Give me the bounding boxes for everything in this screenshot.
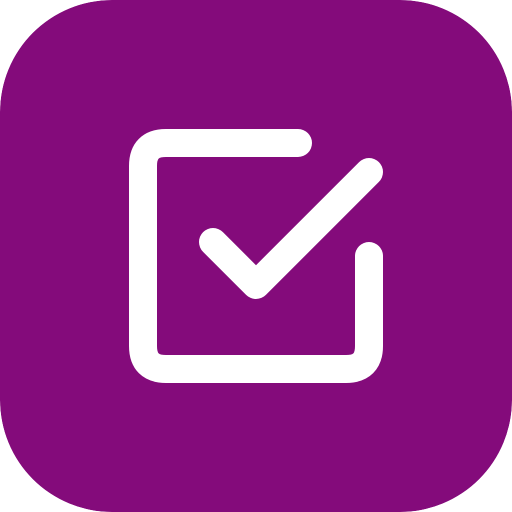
checkbox-checked-icon xyxy=(0,0,512,512)
icon-background xyxy=(0,0,512,512)
app-icon[interactable] xyxy=(0,0,512,512)
